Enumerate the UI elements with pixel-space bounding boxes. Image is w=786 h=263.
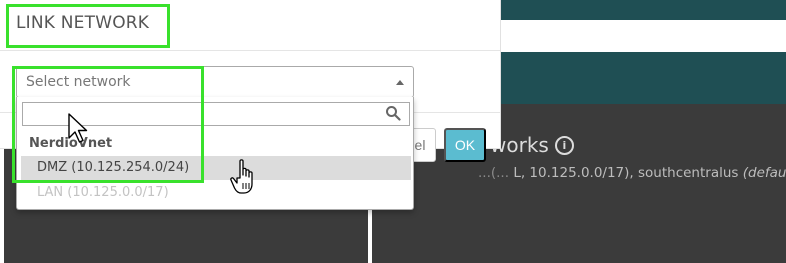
hand-cursor-icon: [230, 159, 253, 194]
caret-up-icon: [396, 80, 404, 85]
background-top-bar: [500, 0, 786, 20]
option-lan: LAN (10.125.0.0/17): [37, 185, 169, 200]
background-heading: works i: [490, 133, 574, 157]
search-icon: [386, 106, 401, 121]
background-subtitle-region: L, 10.125.0.0/17), southcentralus: [513, 165, 739, 181]
arrow-cursor-icon: [68, 113, 88, 143]
background-subtitle: ...(... L, 10.125.0.0/17), southcentralu…: [478, 165, 786, 181]
ok-button[interactable]: OK: [444, 128, 486, 162]
background-header-band: [500, 52, 786, 104]
modal-header-divider: [0, 50, 500, 51]
title-highlight-box: [6, 4, 170, 48]
info-icon[interactable]: i: [554, 135, 574, 155]
background-subtitle-default: (default): [742, 165, 786, 181]
select-highlight-box: [12, 66, 204, 183]
background-subtitle-prefix: ...(...: [478, 165, 510, 181]
